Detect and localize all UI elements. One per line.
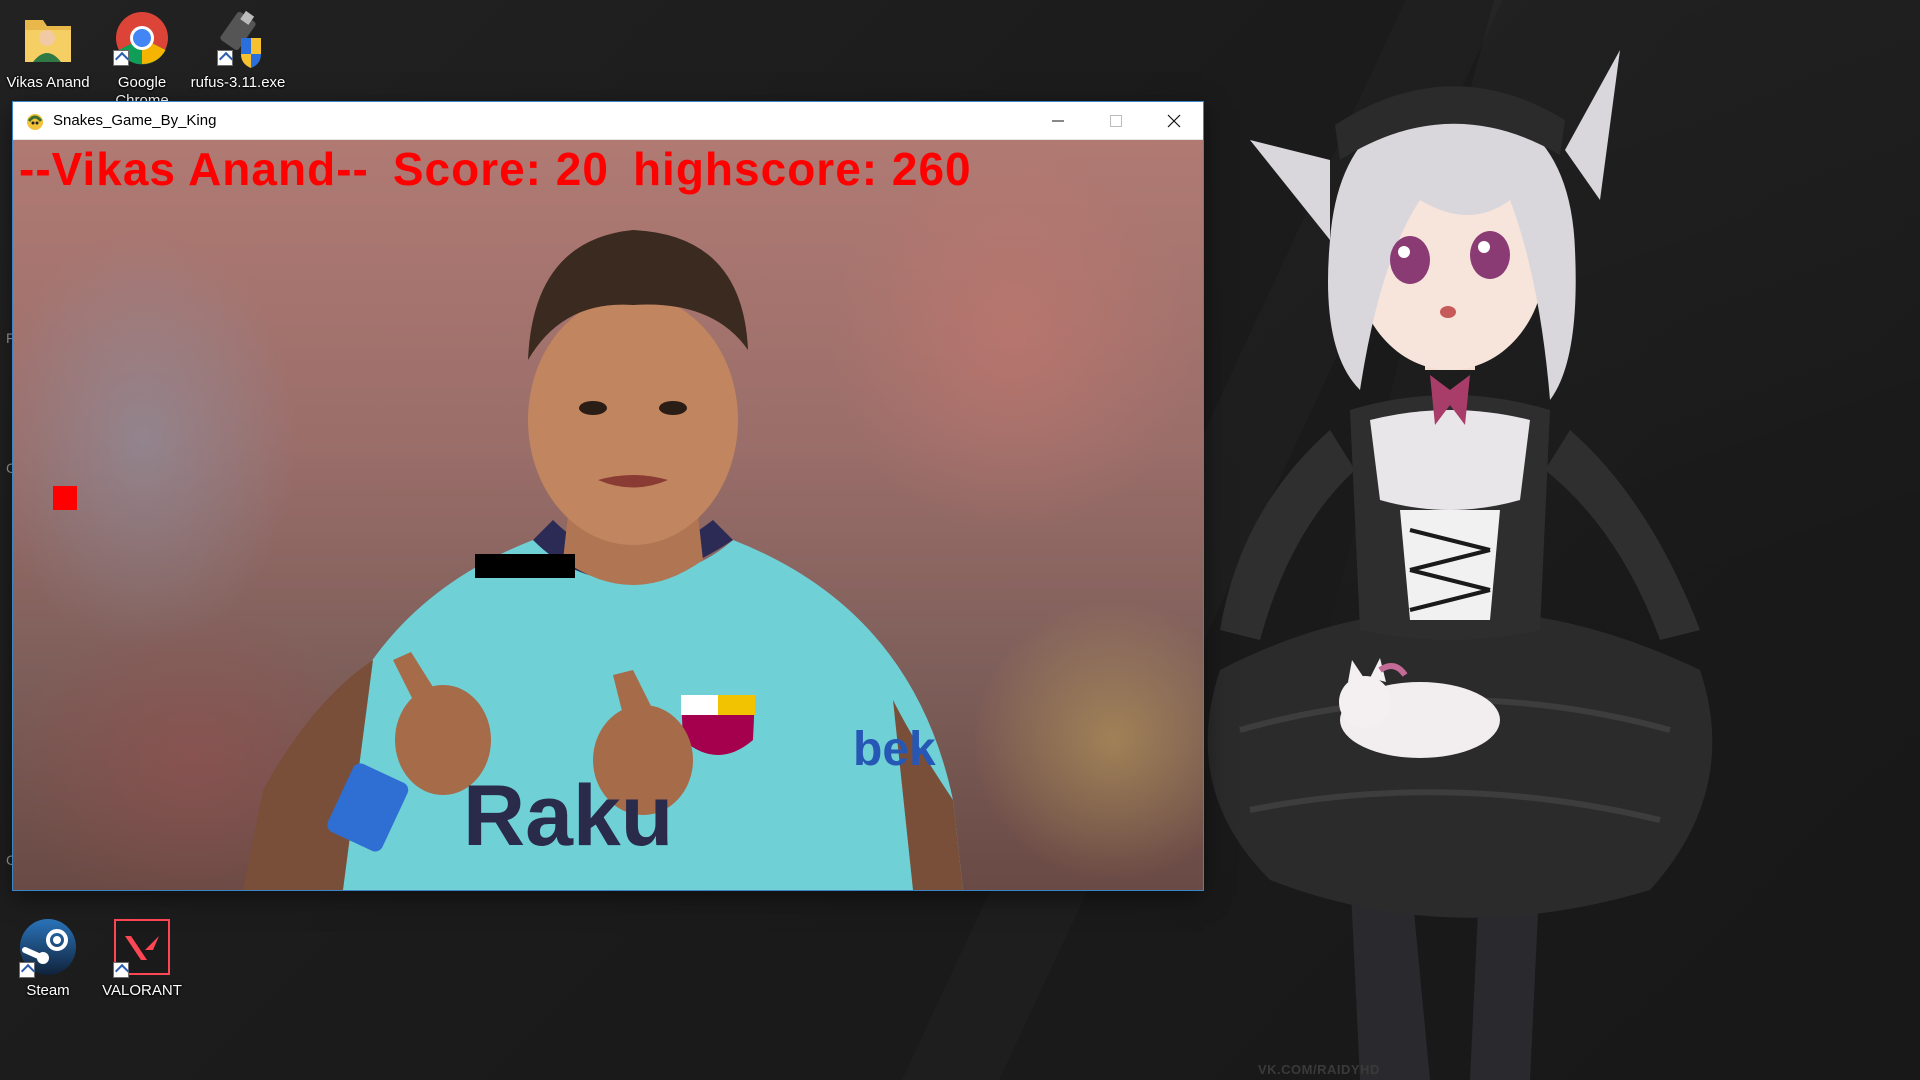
window-title: Snakes_Game_By_King (53, 112, 217, 129)
score-label: Score: 20 (392, 143, 609, 195)
game-window[interactable]: Snakes_Game_By_King Raku bek --Vikas Ana… (13, 102, 1203, 890)
desktop-icon-label: VALORANT (102, 982, 182, 999)
shortcut-arrow-icon (217, 50, 233, 66)
desktop-icon-steam[interactable]: Steam (0, 916, 96, 1002)
highscore-label: highscore: 260 (632, 143, 972, 195)
window-titlebar[interactable]: Snakes_Game_By_King (13, 102, 1203, 140)
snake-body (475, 554, 575, 578)
desktop-icon-user-folder[interactable]: Vikas Anand (0, 8, 96, 94)
desktop-icon-label: rufus-3.11.exe (190, 74, 286, 91)
rufus-icon (207, 8, 269, 70)
close-icon (1167, 114, 1181, 127)
user-folder-icon (17, 8, 79, 70)
wallpaper-credit: VK.COM/RAIDYHD (1258, 1062, 1380, 1077)
desktop-icon-google-chrome[interactable]: Google Chrome (94, 8, 190, 110)
shortcut-arrow-icon (19, 962, 35, 978)
game-canvas[interactable]: Raku bek --Vikas Anand-- Score: 20 highs… (13, 140, 1203, 890)
desktop-icon-valorant[interactable]: VALORANT (94, 916, 190, 1002)
valorant-icon (111, 916, 173, 978)
wallpaper-anime-character (1207, 50, 1713, 1080)
maximize-icon (1110, 114, 1122, 127)
desktop-icon-label: Steam (26, 982, 70, 999)
desktop-icon-label: Vikas Anand (6, 74, 90, 91)
shortcut-arrow-icon (113, 962, 129, 978)
game-background-photo: Raku bek (243, 230, 963, 890)
snake-food (53, 486, 77, 510)
desktop-icon-rufus[interactable]: rufus-3.11.exe (190, 8, 286, 94)
steam-icon (17, 916, 79, 978)
svg-text:bek: bek (853, 723, 936, 776)
chrome-icon (111, 8, 173, 70)
pygame-snake-icon (25, 111, 45, 131)
maximize-button[interactable] (1087, 102, 1145, 140)
minimize-icon (1052, 120, 1064, 121)
close-button[interactable] (1145, 102, 1203, 140)
score-hud: --Vikas Anand-- Score: 20 highscore: 260 (19, 140, 996, 198)
minimize-button[interactable] (1029, 102, 1087, 140)
shortcut-arrow-icon (113, 50, 129, 66)
svg-text:Raku: Raku (463, 768, 673, 864)
player-name-label: --Vikas Anand-- (19, 143, 369, 195)
